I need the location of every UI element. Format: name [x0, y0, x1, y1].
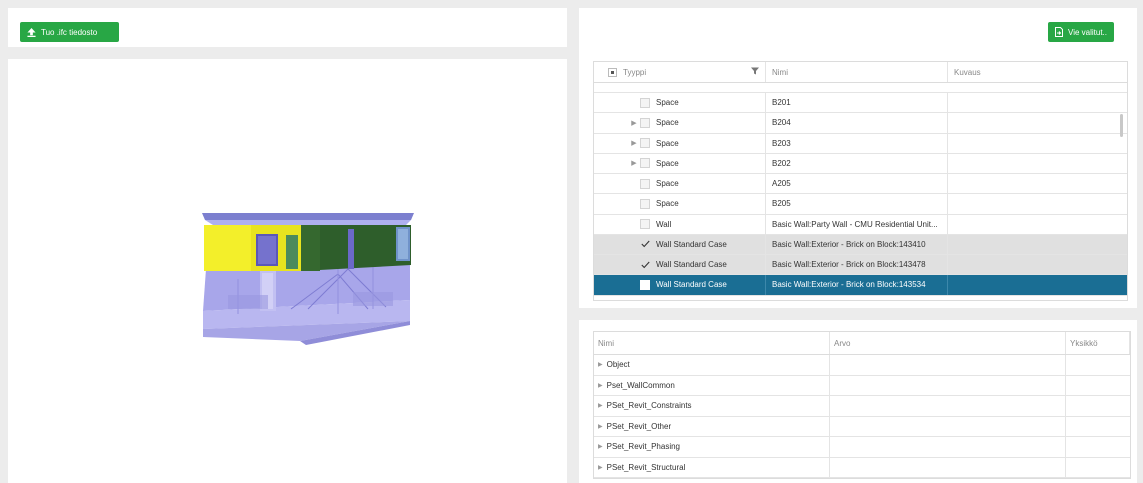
row-name: B205	[766, 194, 948, 214]
tree-row-selected[interactable]: Wall Standard Case Basic Wall:Exterior -…	[594, 255, 1127, 276]
row-type: Space	[656, 199, 679, 209]
row-name: B201	[766, 93, 948, 113]
expand-caret-icon[interactable]: ▶	[628, 159, 640, 167]
expand-caret-icon[interactable]: ▶	[598, 443, 603, 450]
row-name: Basic Wall:Party Wall - CMU Residential …	[766, 214, 948, 234]
row-checkbox[interactable]	[640, 138, 650, 149]
header-type[interactable]: Tyyppi	[594, 62, 766, 82]
property-group-name: PSet_Revit_Structural	[606, 462, 686, 472]
row-description	[948, 235, 1127, 254]
checkmark-icon	[640, 241, 650, 248]
3d-viewer-panel[interactable]	[8, 59, 567, 483]
export-selected-button[interactable]: Vie valitut..	[1048, 22, 1114, 42]
tree-row[interactable]: ▶ Space B202	[594, 153, 1127, 174]
tree-grid-header: Tyyppi Nimi Kuvaus	[594, 62, 1127, 83]
expand-caret-icon[interactable]: ▶	[598, 382, 603, 389]
row-name: A205	[766, 174, 948, 194]
property-group-row[interactable]: ▶ PSet_Revit_Phasing	[594, 437, 1130, 458]
row-type: Space	[656, 138, 679, 148]
header-description[interactable]: Kuvaus	[948, 62, 1127, 82]
row-name: B202	[766, 153, 948, 173]
row-checkbox[interactable]	[640, 219, 650, 230]
row-checkbox[interactable]	[640, 178, 650, 189]
row-checkbox[interactable]	[640, 279, 650, 290]
expand-caret-icon[interactable]: ▶	[598, 423, 603, 430]
property-group-row[interactable]: ▶ Pset_WallCommon	[594, 375, 1130, 396]
export-button-label: Vie valitut..	[1068, 27, 1107, 37]
property-group-name: PSet_Revit_Other	[606, 421, 672, 431]
tree-row-active[interactable]: Wall Standard Case Basic Wall:Exterior -…	[594, 275, 1127, 296]
expand-caret-icon[interactable]: ▶	[628, 139, 640, 147]
tree-row[interactable]: ▶ Space B203	[594, 133, 1127, 154]
property-group-row[interactable]: ▶ Object	[594, 355, 1130, 376]
header-prop-unit[interactable]: Yksikkö	[1066, 332, 1130, 354]
row-description	[948, 134, 1127, 153]
row-description	[948, 275, 1127, 294]
partial-row	[594, 83, 1127, 93]
export-file-icon	[1055, 27, 1064, 37]
row-description	[948, 154, 1127, 173]
tree-row[interactable]: Space B201	[594, 93, 1127, 114]
row-checkbox-checked[interactable]	[640, 239, 650, 249]
tree-row[interactable]: Space B205	[594, 194, 1127, 215]
expand-caret-icon[interactable]: ▶	[598, 402, 603, 409]
row-type: Wall Standard Case	[656, 260, 727, 270]
row-checkbox[interactable]	[640, 97, 650, 108]
row-checkbox[interactable]	[640, 117, 650, 128]
header-type-label: Tyyppi	[623, 67, 647, 77]
row-type: Space	[656, 118, 679, 128]
row-type: Space	[656, 98, 679, 108]
properties-grid: Nimi Arvo Yksikkö ▶ Object ▶ Pset_WallComm…	[593, 331, 1131, 479]
tree-row[interactable]: Space A205	[594, 174, 1127, 195]
row-type: Wall Standard Case	[656, 280, 727, 290]
tree-row-selected[interactable]: Wall Standard Case Basic Wall:Exterior -…	[594, 234, 1127, 255]
select-all-checkbox[interactable]	[608, 67, 617, 77]
property-group-name: PSet_Revit_Constraints	[606, 401, 692, 411]
property-group-name: PSet_Revit_Phasing	[606, 442, 681, 452]
row-type: Wall Standard Case	[656, 239, 727, 249]
row-description	[948, 93, 1127, 112]
row-description	[948, 113, 1127, 132]
row-checkbox-checked[interactable]	[640, 260, 650, 270]
row-checkbox[interactable]	[640, 198, 650, 209]
tree-scrollbar[interactable]	[1120, 114, 1123, 137]
tree-row[interactable]: ▶ Space B204	[594, 113, 1127, 134]
upload-panel: Tuo .ifc tiedosto	[8, 8, 567, 47]
row-name: Basic Wall:Exterior - Brick on Block:143…	[766, 255, 948, 275]
row-type: Wall	[656, 219, 672, 229]
row-type: Space	[656, 179, 679, 189]
row-name: B203	[766, 133, 948, 153]
row-name: B204	[766, 113, 948, 133]
tree-row[interactable]: Wall Basic Wall:Party Wall - CMU Residen…	[594, 214, 1127, 235]
import-button-label: Tuo .ifc tiedosto	[41, 27, 98, 37]
properties-panel: Nimi Arvo Yksikkö ▶ Object ▶ Pset_WallComm…	[579, 320, 1137, 483]
element-tree-grid: Tyyppi Nimi Kuvaus Space B201 ▶ Space B20…	[593, 61, 1128, 301]
header-prop-value[interactable]: Arvo	[830, 332, 1066, 354]
property-group-name: Object	[606, 360, 630, 370]
building-model-3d[interactable]	[8, 59, 567, 483]
row-description	[948, 215, 1127, 234]
row-type: Space	[656, 158, 679, 168]
property-group-name: Pset_WallCommon	[606, 380, 675, 390]
expand-caret-icon[interactable]: ▶	[598, 464, 603, 471]
row-name: Basic Wall:Exterior - Brick on Block:143…	[766, 234, 948, 254]
header-name[interactable]: Nimi	[766, 62, 948, 82]
import-ifc-button[interactable]: Tuo .ifc tiedosto	[20, 22, 119, 42]
expand-caret-icon[interactable]: ▶	[628, 119, 640, 127]
filter-icon[interactable]	[751, 67, 759, 77]
property-group-row[interactable]: ▶ PSet_Revit_Other	[594, 416, 1130, 437]
row-checkbox[interactable]	[640, 158, 650, 169]
expand-caret-icon[interactable]: ▶	[598, 361, 603, 368]
property-group-row[interactable]: ▶ PSet_Revit_Structural	[594, 457, 1130, 478]
element-tree-panel: Vie valitut.. Tyyppi Nimi Kuvaus Space B…	[579, 8, 1137, 308]
row-name: Basic Wall:Exterior - Brick on Block:143…	[766, 275, 948, 295]
checkmark-icon	[640, 261, 650, 268]
properties-grid-header: Nimi Arvo Yksikkö	[594, 332, 1130, 355]
property-group-row[interactable]: ▶ PSet_Revit_Constraints	[594, 396, 1130, 417]
row-description	[948, 194, 1127, 213]
row-description	[948, 255, 1127, 274]
upload-arrow-icon	[27, 27, 36, 37]
header-prop-name[interactable]: Nimi	[594, 332, 830, 354]
row-description	[948, 174, 1127, 193]
